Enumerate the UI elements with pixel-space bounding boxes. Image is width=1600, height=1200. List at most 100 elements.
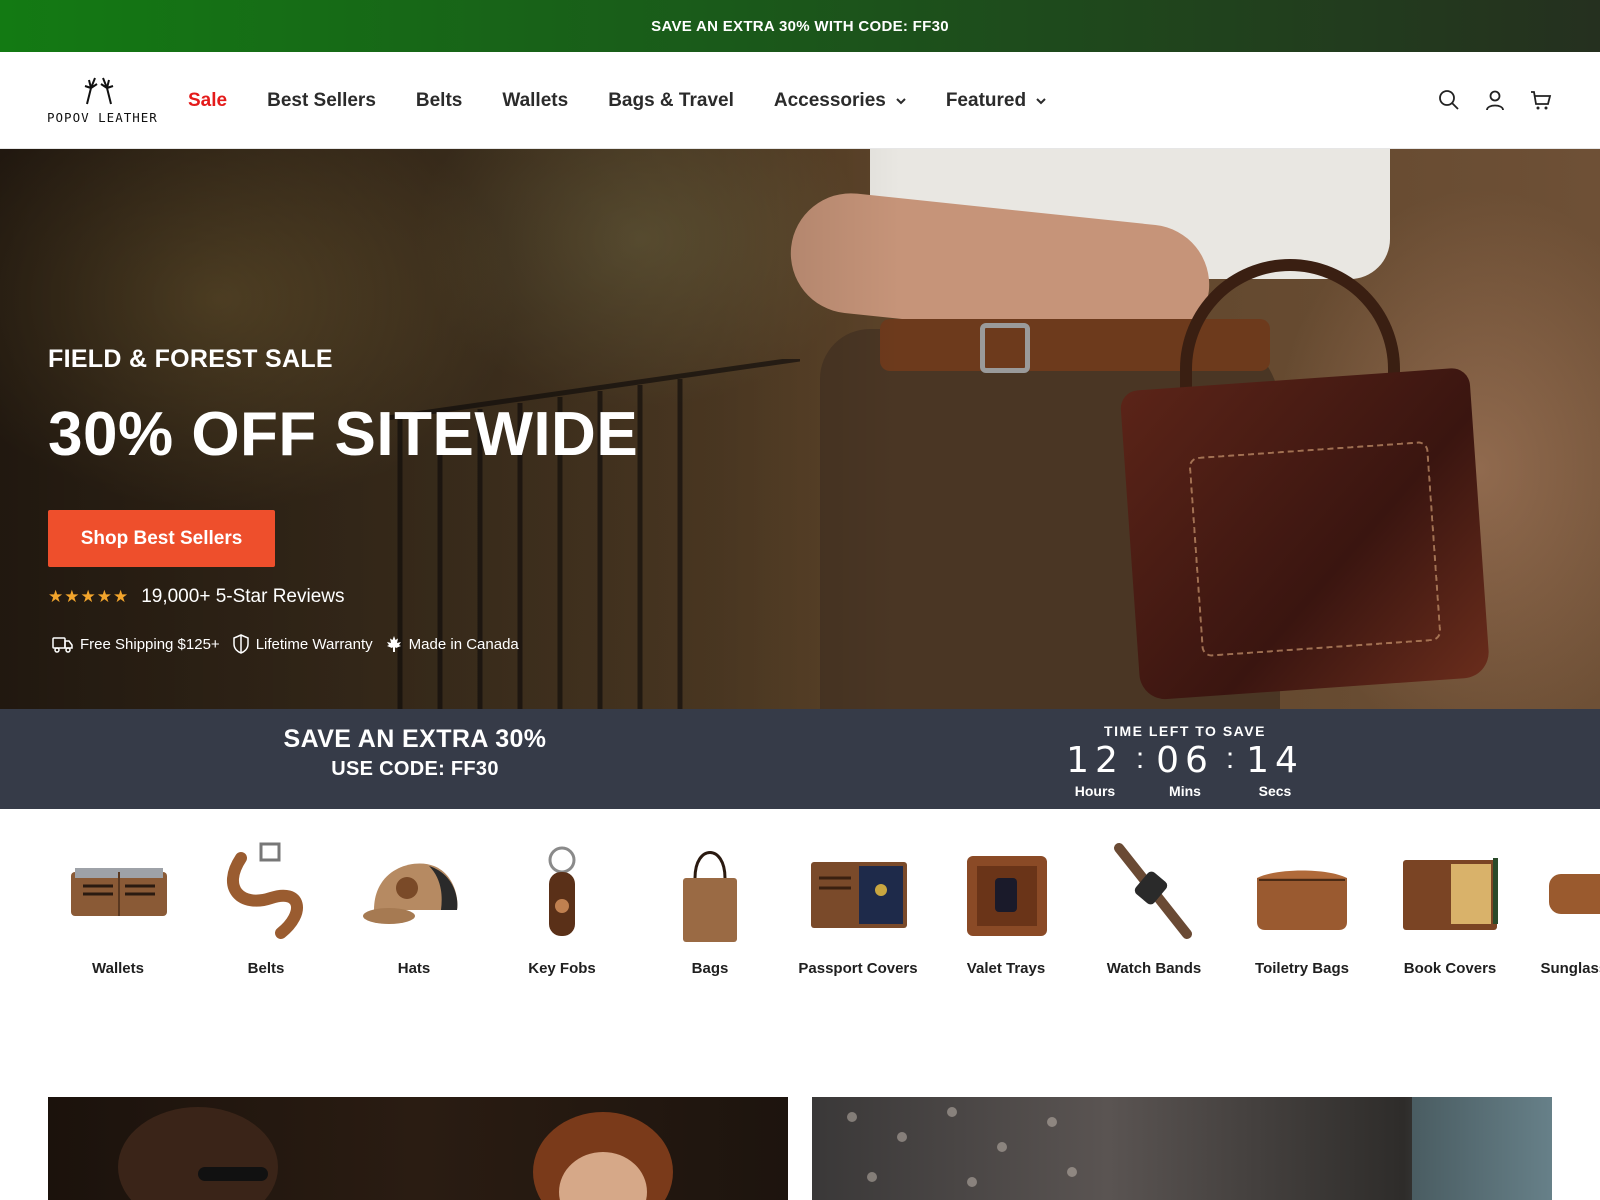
category-passport-covers[interactable]: Passport Covers — [784, 838, 932, 978]
valet-tray-image — [951, 838, 1061, 948]
promo-line-2: USE CODE: FF30 — [331, 758, 499, 780]
nav-item-featured[interactable]: Featured — [946, 90, 1046, 112]
main-nav: Sale Best Sellers Belts Wallets Bags & T… — [188, 52, 1086, 149]
card-photo-fabric — [847, 1097, 1552, 1200]
promo-countdown-banner: SAVE AN EXTRA 30% USE CODE: FF30 TIME LE… — [0, 709, 1600, 809]
hero-buckle — [980, 323, 1030, 373]
key-fob-image — [507, 838, 617, 948]
perks-list: Free Shipping $125+ Lifetime Warranty Ma… — [52, 634, 531, 654]
card-photo-people — [118, 1107, 673, 1200]
category-book-covers[interactable]: Book Covers — [1376, 838, 1524, 978]
category-label: Bags — [691, 960, 729, 977]
perk-warranty: Lifetime Warranty — [232, 634, 373, 654]
countdown-timer: TIME LEFT TO SAVE 12 Hours : 06 Mins : 1… — [1060, 723, 1310, 799]
nav-item-belts[interactable]: Belts — [416, 90, 462, 112]
announcement-text: SAVE AN EXTRA 30% WITH CODE: FF30 — [651, 17, 949, 35]
timer-row: 12 Hours : 06 Mins : 14 Secs — [1060, 740, 1310, 800]
nav-label: Sale — [188, 89, 228, 111]
timer-separator: : — [1225, 742, 1235, 775]
timer-secs: 14 Secs — [1244, 740, 1306, 800]
secs-value: 14 — [1246, 740, 1304, 781]
hero-bag-pocket — [1188, 440, 1442, 658]
hero-content: FIELD & FOREST SALE 30% OFF SITEWIDE Sho… — [48, 149, 808, 709]
bag-image — [655, 838, 765, 948]
nav-label: Best Sellers — [267, 89, 376, 111]
secs-label: Secs — [1258, 783, 1292, 799]
nav-label: Wallets — [502, 89, 569, 111]
toiletry-bag-image — [1247, 838, 1357, 948]
hat-image — [359, 838, 469, 948]
nav-label: Accessories — [773, 89, 886, 111]
hero-eyebrow: FIELD & FOREST SALE — [48, 345, 333, 373]
watch-band-image — [1099, 838, 1209, 948]
category-belts[interactable]: Belts — [192, 838, 340, 978]
hero-banner: FIELD & FOREST SALE 30% OFF SITEWIDE Sho… — [0, 149, 1600, 709]
category-label: Key Fobs — [528, 960, 596, 977]
category-label: Belts — [247, 960, 285, 977]
category-hats[interactable]: Hats — [340, 838, 488, 978]
perk-made-in-canada: Made in Canada — [385, 635, 519, 653]
category-toiletry-bags[interactable]: Toiletry Bags — [1228, 838, 1376, 978]
feature-card-left[interactable] — [48, 1097, 788, 1200]
nav-item-bags-travel[interactable]: Bags & Travel — [608, 90, 734, 112]
perk-label: Made in Canada — [408, 635, 519, 653]
passport-cover-image — [803, 838, 913, 948]
chevron-down-icon — [1036, 97, 1046, 104]
category-label: Toiletry Bags — [1255, 960, 1349, 977]
logo-text: POPOV LEATHER — [47, 110, 158, 125]
category-label: Book Covers — [1403, 960, 1497, 977]
mins-label: Mins — [1169, 783, 1201, 799]
perk-shipping: Free Shipping $125+ — [52, 635, 220, 653]
perk-label: Free Shipping $125+ — [80, 635, 220, 653]
category-label: Hats — [397, 960, 431, 977]
timer-separator: : — [1135, 742, 1145, 775]
promo-line-1: SAVE AN EXTRA 30% — [283, 725, 547, 753]
category-watch-bands[interactable]: Watch Bands — [1080, 838, 1228, 978]
site-header: POPOV LEATHER Sale Best Sellers Belts Wa… — [0, 52, 1600, 149]
cart-icon[interactable] — [1529, 88, 1553, 112]
logo-hands-icon — [84, 77, 114, 105]
chevron-down-icon — [896, 97, 906, 104]
hero-headline: 30% OFF SITEWIDE — [48, 400, 639, 469]
category-strip: Wallets Belts Hats Key Fobs Bags Passpor… — [44, 838, 1600, 1008]
nav-item-wallets[interactable]: Wallets — [502, 90, 568, 112]
reviews-summary[interactable]: ★★★★★ 19,000+ 5-Star Reviews — [48, 586, 345, 608]
category-label: Sunglass Cases — [1540, 960, 1600, 977]
nav-item-sale[interactable]: Sale — [188, 90, 227, 112]
shop-best-sellers-button[interactable]: Shop Best Sellers — [48, 510, 275, 567]
nav-label: Bags & Travel — [608, 89, 734, 111]
shield-icon — [232, 634, 249, 654]
nav-item-accessories[interactable]: Accessories — [774, 90, 906, 112]
nav-label: Belts — [415, 89, 463, 111]
search-icon[interactable] — [1437, 88, 1461, 112]
mins-value: 06 — [1156, 740, 1214, 781]
maple-leaf-icon — [386, 636, 401, 652]
feature-card-right[interactable] — [812, 1097, 1552, 1200]
nav-item-best-sellers[interactable]: Best Sellers — [267, 90, 376, 112]
category-wallets[interactable]: Wallets — [44, 838, 192, 978]
rating-stars: ★★★★★ — [48, 587, 130, 606]
timer-label: TIME LEFT TO SAVE — [1104, 723, 1266, 739]
category-label: Wallets — [92, 960, 144, 977]
category-label: Valet Trays — [966, 960, 1046, 977]
belt-image — [211, 838, 321, 948]
nav-label: Featured — [945, 89, 1027, 111]
wallet-image — [63, 838, 173, 948]
category-label: Watch Bands — [1106, 960, 1202, 977]
timer-hours: 12 Hours — [1064, 740, 1126, 800]
book-cover-image — [1395, 838, 1505, 948]
sunglass-case-image — [1543, 838, 1600, 948]
hours-value: 12 — [1066, 740, 1124, 781]
category-label: Passport Covers — [798, 960, 918, 977]
category-valet-trays[interactable]: Valet Trays — [932, 838, 1080, 978]
hours-label: Hours — [1074, 783, 1116, 799]
category-key-fobs[interactable]: Key Fobs — [488, 838, 636, 978]
reviews-text: 19,000+ 5-Star Reviews — [141, 586, 345, 607]
account-icon[interactable] — [1483, 88, 1507, 112]
truck-icon — [52, 637, 73, 653]
brand-logo[interactable]: POPOV LEATHER — [47, 74, 158, 130]
category-sunglass-cases[interactable]: Sunglass Cases — [1524, 838, 1600, 978]
category-bags[interactable]: Bags — [636, 838, 784, 978]
perk-label: Lifetime Warranty — [255, 635, 373, 653]
timer-mins: 06 Mins — [1154, 740, 1216, 800]
